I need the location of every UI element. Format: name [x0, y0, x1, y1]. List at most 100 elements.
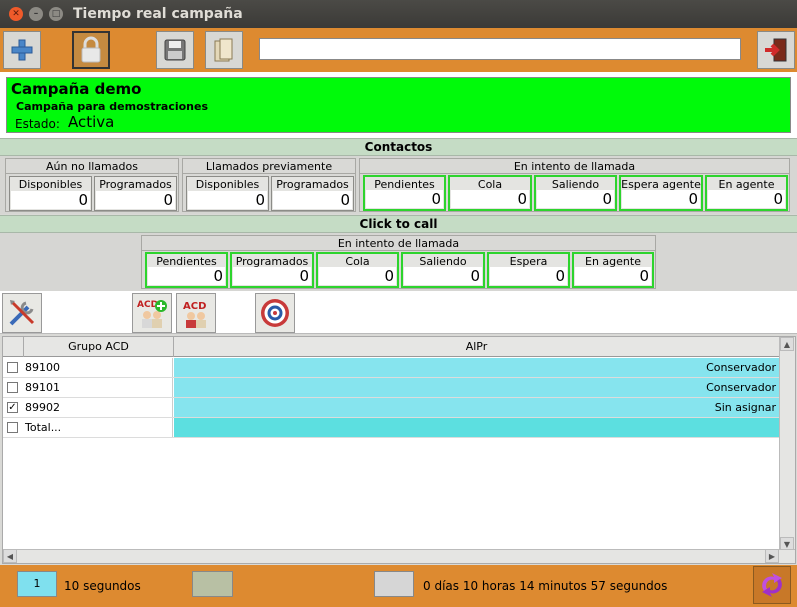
campaign-description: Campaña para demostraciones — [16, 100, 209, 113]
exit-button[interactable] — [757, 31, 795, 69]
window-close-button[interactable]: ✕ — [9, 7, 23, 21]
llamados-previamente-title: Llamados previamente — [183, 159, 355, 174]
aun-disponibles-value: 0 — [11, 191, 90, 209]
ctc-espera-cell: Espera agente 0 — [487, 252, 570, 288]
target-button[interactable] — [255, 293, 295, 333]
tools-button[interactable] — [2, 293, 42, 333]
table-header: Grupo ACD AlPr — [3, 337, 779, 357]
ctc-en-intento-title: En intento de llamada — [142, 236, 655, 251]
add-acd-group-icon: ACD — [137, 300, 167, 328]
exit-door-icon — [765, 38, 787, 62]
refresh-interval-label: 10 segundos — [64, 579, 141, 593]
target-icon — [261, 299, 289, 327]
status-indicator-right — [374, 571, 414, 597]
folder-icon — [214, 38, 233, 62]
add-acd-group-button[interactable]: ACD — [132, 293, 172, 333]
intento-espera-value: 0 — [622, 190, 700, 208]
horizontal-scrollbar[interactable]: ◀ ▶ — [3, 549, 795, 563]
estado-label: Estado: — [15, 117, 60, 131]
contactos-header: Contactos — [0, 138, 797, 156]
acd-group-icon: ACD — [183, 301, 206, 328]
prev-disponibles-value: 0 — [188, 191, 267, 209]
refresh-interval-field[interactable]: 1 — [17, 571, 57, 597]
ctc-agente-value: 0 — [575, 267, 651, 285]
select-column-header[interactable] — [3, 337, 24, 357]
scroll-up-arrow-icon[interactable]: ▲ — [780, 337, 794, 351]
campaign-name: Campaña demo — [11, 80, 142, 98]
row-checkbox[interactable] — [7, 362, 18, 373]
campaign-search-input[interactable] — [259, 38, 741, 60]
tools-icon — [9, 300, 35, 326]
remove-acd-group-button[interactable]: ACD — [176, 293, 216, 333]
window-title: Tiempo real campaña — [73, 6, 243, 22]
intento-pendientes-cell: Pendientes 0 — [363, 175, 446, 211]
lock-button[interactable] — [72, 31, 110, 69]
ctc-espera-value: 0 — [490, 267, 567, 285]
estado-value: Activa — [68, 113, 115, 131]
window-maximize-button[interactable]: □ — [49, 7, 63, 21]
ctc-cola-value: 0 — [319, 267, 396, 285]
intento-cola-value: 0 — [451, 190, 529, 208]
ctc-pendientes-value: 0 — [148, 267, 225, 285]
intento-pendientes-value: 0 — [366, 190, 443, 208]
refresh-button[interactable] — [753, 566, 791, 604]
scroll-right-arrow-icon[interactable]: ▶ — [765, 549, 779, 563]
table-total-row[interactable]: Total... — [3, 418, 779, 438]
lock-icon — [81, 36, 101, 63]
row-checkbox[interactable] — [7, 382, 18, 393]
ctc-cola-cell: Cola predictiva 0 — [316, 252, 399, 288]
ctc-en-intento-group: En intento de llamada Pendientes 0 Progr… — [141, 235, 656, 289]
aun-programados-value: 0 — [96, 191, 175, 209]
prev-programados-cell: Programados 0 — [271, 176, 354, 211]
row-checkbox[interactable] — [7, 422, 18, 433]
scroll-left-arrow-icon[interactable]: ◀ — [3, 549, 17, 563]
vertical-scrollbar[interactable]: ▲ ▼ — [779, 337, 795, 551]
row-group: 89100 — [25, 358, 173, 377]
title-bar: ✕ – □ Tiempo real campaña — [0, 0, 797, 28]
contactos-section: Aún no llamados Disponibles 0 Programado… — [0, 156, 797, 214]
campaign-status-box: Campaña demo Campaña para demostraciones… — [6, 77, 791, 133]
table-row[interactable]: 89100 Conservador — [3, 358, 779, 378]
row-group: 89902 — [25, 398, 173, 417]
aun-no-llamados-group: Aún no llamados Disponibles 0 Programado… — [5, 158, 179, 212]
ctc-saliendo-cell: Saliendo 0 — [401, 252, 485, 288]
en-intento-title: En intento de llamada — [360, 159, 789, 174]
prev-disponibles-cell: Disponibles 0 — [186, 176, 269, 211]
row-checkbox-checked[interactable]: ✓ — [7, 402, 18, 413]
acd-group-table: Grupo ACD AlPr 89100 Conservador 89101 C… — [2, 336, 796, 564]
window-minimize-button[interactable]: – — [29, 7, 43, 21]
table-row[interactable]: 89101 Conservador — [3, 378, 779, 398]
row-group: Total... — [25, 418, 173, 437]
table-row[interactable]: ✓ 89902 Sin asignar — [3, 398, 779, 418]
row-alpr — [174, 418, 779, 437]
row-alpr[interactable]: Sin asignar — [174, 398, 779, 417]
intento-saliendo-value: 0 — [537, 190, 614, 208]
ctc-programados-cell: Programados 0 — [230, 252, 314, 288]
row-group: 89101 — [25, 378, 173, 397]
prev-programados-value: 0 — [273, 191, 352, 209]
llamados-previamente-group: Llamados previamente Disponibles 0 Progr… — [182, 158, 356, 212]
open-folder-button[interactable] — [205, 31, 243, 69]
ctc-saliendo-value: 0 — [404, 267, 482, 285]
status-indicator-left — [192, 571, 233, 597]
save-button[interactable] — [156, 31, 194, 69]
ctc-programados-value: 0 — [233, 267, 311, 285]
elapsed-time: 0 días 10 horas 14 minutos 57 segundos — [423, 579, 668, 593]
row-alpr[interactable]: Conservador — [174, 358, 779, 377]
en-intento-group: En intento de llamada Pendientes 0 Cola … — [359, 158, 790, 212]
row-alpr[interactable]: Conservador — [174, 378, 779, 397]
plus-icon — [11, 39, 33, 61]
status-bar: 1 10 segundos 0 días 10 horas 14 minutos… — [0, 565, 797, 607]
aun-disponibles-cell: Disponibles 0 — [9, 176, 92, 211]
group-column-header[interactable]: Grupo ACD — [24, 337, 174, 357]
intento-espera-cell: Espera agente 0 — [619, 175, 703, 211]
click-to-call-section: En intento de llamada Pendientes 0 Progr… — [0, 233, 797, 291]
intento-agente-value: 0 — [708, 190, 785, 208]
svg-text:ACD: ACD — [183, 301, 206, 312]
ctc-agente-cell: En agente 0 — [572, 252, 654, 288]
alpr-column-header[interactable]: AlPr — [174, 337, 779, 357]
intento-agente-cell: En agente 0 — [705, 175, 788, 211]
aun-no-llamados-title: Aún no llamados — [6, 159, 178, 174]
click-to-call-header: Click to call — [0, 215, 797, 233]
add-button[interactable] — [3, 31, 41, 69]
